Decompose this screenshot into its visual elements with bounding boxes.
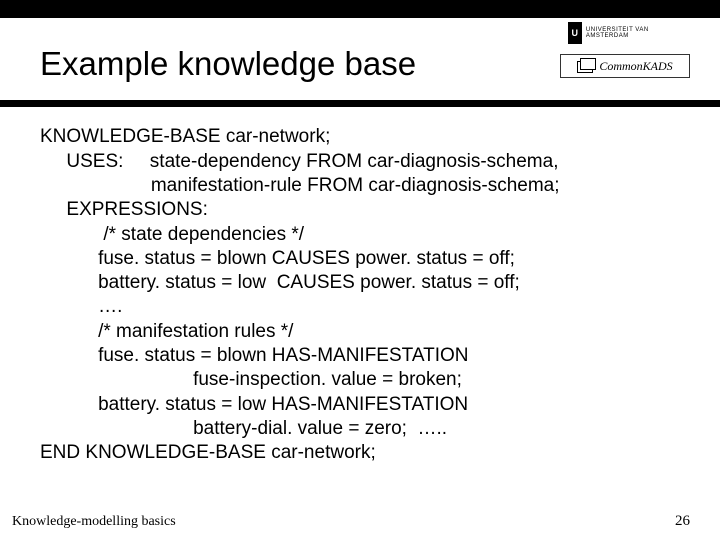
knowledge-base-code: KNOWLEDGE-BASE car-network; USES: state-… [40,125,680,465]
kb-line: battery. status = low HAS-MANIFESTATION [40,394,468,415]
uva-crest-icon: U [568,22,582,44]
kb-line: EXPRESSIONS: [40,199,208,220]
kb-line: battery-dial. value = zero; ….. [40,418,447,439]
page-number: 26 [675,513,690,530]
commonkads-pages-icon [577,59,595,73]
kb-line: END KNOWLEDGE-BASE car-network; [40,442,376,463]
kb-line: fuse. status = blown HAS-MANIFESTATION [40,345,469,366]
kb-line: fuse. status = blown CAUSES power. statu… [40,248,515,269]
kb-line: …. [40,296,122,317]
logo-group: U UNIVERSITEIT VAN AMSTERDAM CommonKADS [560,18,690,78]
commonkads-logo-text: CommonKADS [599,59,672,74]
commonkads-logo: CommonKADS [560,54,690,78]
uva-logo-text: UNIVERSITEIT VAN AMSTERDAM [586,27,683,39]
top-black-bar [0,0,720,18]
kb-line: battery. status = low CAUSES power. stat… [40,272,520,293]
kb-line: /* state dependencies */ [40,224,304,245]
title-underline [0,100,720,107]
slide-body: KNOWLEDGE-BASE car-network; USES: state-… [0,107,720,465]
uva-logo: U UNIVERSITEIT VAN AMSTERDAM [568,18,683,48]
footer-title: Knowledge-modelling basics [12,514,176,530]
footer: Knowledge-modelling basics 26 [0,513,720,530]
kb-line: fuse-inspection. value = broken; [40,369,462,390]
slide: Example knowledge base U UNIVERSITEIT VA… [0,0,720,540]
kb-line: USES: state-dependency FROM car-diagnosi… [40,151,558,172]
kb-line: manifestation-rule FROM car-diagnosis-sc… [40,175,560,196]
kb-line: KNOWLEDGE-BASE car-network; [40,126,330,147]
kb-line: /* manifestation rules */ [40,321,293,342]
header-area: Example knowledge base U UNIVERSITEIT VA… [0,18,720,82]
